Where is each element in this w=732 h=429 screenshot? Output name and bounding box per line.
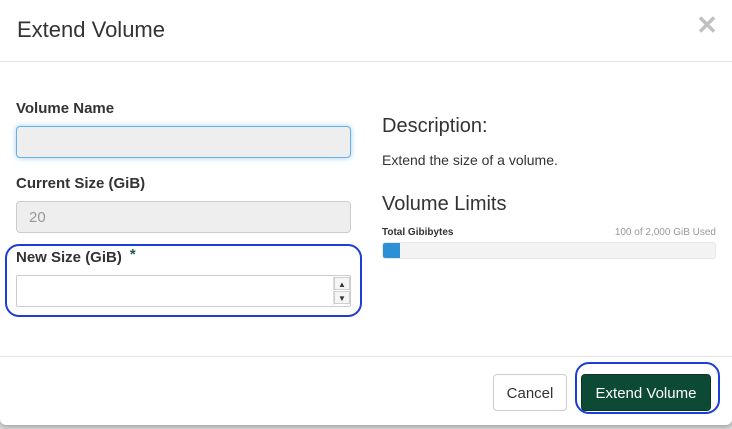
number-spinner: ▲ ▼	[333, 277, 350, 305]
modal-header: Extend Volume ✕	[0, 0, 732, 62]
quota-progress-bar	[382, 242, 716, 259]
description-text: Extend the size of a volume.	[382, 152, 558, 168]
chevron-up-icon[interactable]: ▲	[334, 277, 350, 290]
quota-used-text: 100 of 2,000 GiB Used	[614, 227, 716, 238]
volume-name-input[interactable]	[16, 126, 351, 158]
description-heading: Description:	[382, 115, 488, 137]
modal-title: Extend Volume	[17, 17, 165, 42]
volume-name-label: Volume Name	[16, 100, 115, 117]
quota-label: Total Gibibytes	[382, 227, 454, 238]
new-size-input[interactable]	[16, 275, 351, 307]
current-size-input[interactable]	[16, 201, 351, 233]
new-size-label-text: New Size (GiB)	[16, 249, 122, 266]
chevron-down-icon[interactable]: ▼	[334, 291, 350, 304]
new-size-label: New Size (GiB) *	[16, 246, 136, 266]
close-icon[interactable]: ✕	[696, 12, 718, 38]
required-marker: *	[129, 246, 136, 263]
cancel-button[interactable]: Cancel	[493, 374, 567, 411]
new-size-field: ▲ ▼	[16, 275, 351, 307]
extend-volume-button[interactable]: Extend Volume	[581, 374, 711, 411]
quota-progress-fill	[383, 243, 400, 258]
volume-limits-heading: Volume Limits	[382, 193, 507, 215]
current-size-label: Current Size (GiB)	[16, 175, 146, 192]
modal-footer: Cancel Extend Volume	[0, 356, 732, 425]
extend-volume-dialog: Extend Volume ✕ Volume Name Current Size…	[0, 0, 732, 425]
